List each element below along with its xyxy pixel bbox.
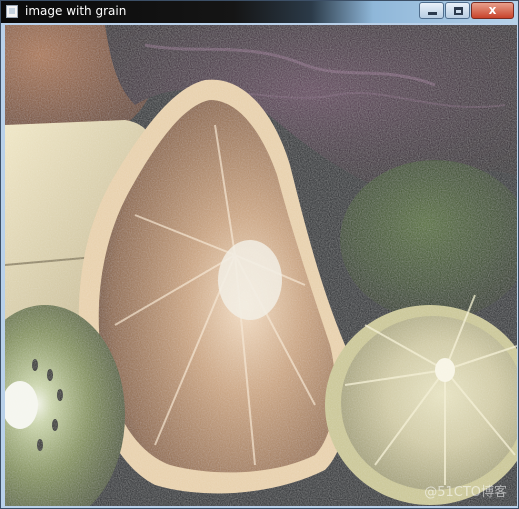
fruit-image	[5, 25, 517, 506]
image-window: image with grain x @51CTO博客	[0, 0, 519, 509]
window-controls: x	[418, 2, 514, 20]
close-icon: x	[488, 3, 497, 17]
title-bar[interactable]: image with grain x	[1, 1, 518, 23]
window-title: image with grain	[25, 4, 127, 18]
close-button[interactable]: x	[471, 2, 514, 19]
app-window-icon[interactable]	[6, 5, 18, 18]
minimize-button[interactable]	[419, 2, 444, 19]
image-canvas: @51CTO博客	[5, 25, 517, 506]
maximize-button[interactable]	[445, 2, 470, 19]
maximize-icon	[454, 7, 463, 15]
minimize-icon	[428, 12, 437, 15]
image-watermark: @51CTO博客	[424, 485, 507, 500]
